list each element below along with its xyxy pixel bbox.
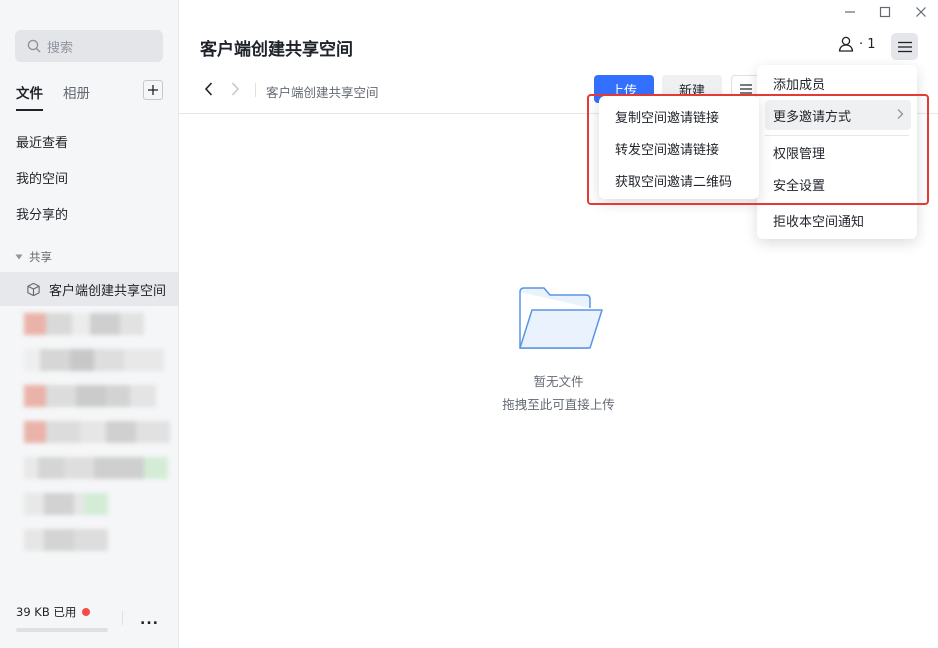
more-menu: 添加成员 更多邀请方式 权限管理 安全设置 拒收本空间通知	[757, 65, 917, 239]
blurred-list-item[interactable]	[24, 349, 164, 371]
sidebar-tabs: 文件 相册	[16, 82, 90, 111]
sidebar-item-recent[interactable]: 最近查看	[16, 132, 68, 151]
sidebar-item-shared-by-me[interactable]: 我分享的	[16, 204, 68, 223]
space-label: 客户端创建共享空间	[49, 283, 167, 299]
page-title: 客户端创建共享空间	[200, 40, 353, 60]
invite-submenu: 复制空间邀请链接 转发空间邀请链接 获取空间邀请二维码	[599, 96, 759, 199]
blurred-list-item[interactable]	[24, 313, 144, 335]
divider	[122, 611, 123, 625]
storage-progress-bar	[16, 628, 108, 632]
blurred-list-item[interactable]	[24, 457, 168, 479]
menu-item-add-member[interactable]: 添加成员	[757, 68, 917, 98]
storage-usage: 39 KB 已用	[16, 604, 91, 620]
blurred-list-item[interactable]	[24, 421, 170, 443]
hamburger-icon	[897, 41, 912, 52]
member-count: · 1	[859, 36, 876, 52]
blurred-list-item[interactable]	[24, 529, 108, 551]
plus-icon	[148, 85, 158, 95]
empty-folder-icon	[518, 286, 606, 356]
menu-item-mute-notifications[interactable]: 拒收本空间通知	[757, 205, 917, 235]
search-icon	[27, 39, 41, 53]
chevron-right-icon	[897, 109, 904, 119]
more-options-button[interactable]: ...	[140, 612, 159, 628]
menu-item-security-settings[interactable]: 安全设置	[757, 169, 917, 199]
menu-item-more-invite-methods[interactable]: 更多邀请方式	[765, 100, 911, 130]
storage-text: 39 KB 已用	[16, 605, 77, 619]
search-placeholder: 搜索	[47, 40, 74, 56]
back-button[interactable]	[203, 81, 215, 101]
menu-divider	[765, 135, 909, 136]
menu-item-forward-invite-link[interactable]: 转发空间邀请链接	[599, 133, 759, 163]
tab-album[interactable]: 相册	[63, 82, 90, 111]
sidebar-item-my-space[interactable]: 我的空间	[16, 168, 68, 187]
menu-item-permissions[interactable]: 权限管理	[757, 137, 917, 167]
section-label: 共享	[29, 250, 52, 264]
member-count-button[interactable]: · 1	[838, 36, 876, 52]
menu-button[interactable]	[891, 33, 918, 60]
status-dot	[82, 608, 91, 616]
menu-item-invite-qrcode[interactable]: 获取空间邀请二维码	[599, 165, 759, 195]
sidebar-item-selected-space[interactable]: 客户端创建共享空间	[0, 272, 178, 306]
section-shared[interactable]: 共享	[15, 249, 52, 265]
minimize-button[interactable]	[840, 2, 860, 22]
list-view-icon	[740, 84, 752, 94]
maximize-icon	[879, 6, 891, 18]
divider	[255, 83, 256, 97]
menu-item-label: 更多邀请方式	[773, 109, 852, 125]
menu-divider	[765, 203, 909, 204]
chevron-left-icon	[204, 82, 213, 96]
chevron-right-icon	[231, 82, 240, 96]
forward-button[interactable]	[229, 81, 241, 101]
close-button[interactable]	[911, 2, 931, 22]
empty-state-title: 暂无文件	[533, 374, 584, 389]
search-input[interactable]: 搜索	[15, 30, 163, 62]
tab-files[interactable]: 文件	[16, 82, 43, 111]
sidebar: 搜索 文件 相册 最近查看 我的空间 我分享的 共享 客户端创建共享空间 39 …	[0, 0, 179, 648]
close-icon	[916, 7, 926, 17]
breadcrumb[interactable]: 客户端创建共享空间	[266, 82, 379, 101]
user-icon	[838, 36, 854, 52]
blurred-list-item[interactable]	[24, 493, 108, 515]
minimize-icon	[845, 11, 855, 13]
empty-state-subtitle: 拖拽至此可直接上传	[502, 397, 615, 412]
add-button[interactable]	[143, 80, 163, 100]
cube-icon	[27, 282, 40, 296]
maximize-button[interactable]	[875, 2, 895, 22]
menu-item-copy-invite-link[interactable]: 复制空间邀请链接	[599, 101, 759, 131]
caret-down-icon	[15, 254, 23, 260]
